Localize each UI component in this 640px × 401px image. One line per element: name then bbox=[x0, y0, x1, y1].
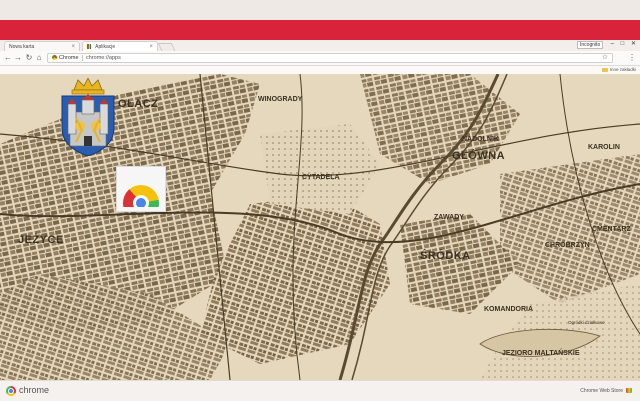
chrome-web-store-app-tile[interactable] bbox=[116, 166, 166, 212]
web-store-label: Chrome Web Store bbox=[580, 388, 623, 394]
chrome-icon-core bbox=[136, 198, 146, 207]
chrome-icon bbox=[6, 385, 16, 396]
map-label: Ogródki działkowe bbox=[568, 320, 605, 325]
map-label: GŁÓWNA bbox=[452, 150, 506, 162]
apps-grid-icon bbox=[87, 44, 92, 50]
map-label: JEZIORO MALTAŃSKIE bbox=[502, 350, 580, 357]
menu-icon[interactable]: ⋮ bbox=[628, 53, 636, 62]
forward-arrow-icon[interactable]: → bbox=[13, 53, 23, 63]
map-label: KOMANDORIA bbox=[484, 306, 533, 313]
map-label: KAROLIN bbox=[588, 144, 620, 151]
tab-strip: Nowa karta × Aplikacje × bbox=[0, 40, 640, 51]
home-icon[interactable]: ⌂ bbox=[34, 53, 44, 63]
minimize-icon[interactable]: – bbox=[611, 41, 614, 47]
other-bookmarks[interactable]: Inne zakładki bbox=[601, 66, 636, 74]
address-bar[interactable]: Chrome chrome://apps ☆ bbox=[47, 53, 613, 63]
profile-label[interactable]: Incognito bbox=[577, 41, 604, 49]
theme-header bbox=[0, 20, 640, 40]
divider bbox=[82, 55, 83, 61]
other-bookmarks-label: Inne zakładki bbox=[609, 67, 636, 72]
chrome-icon bbox=[52, 55, 57, 61]
close-window-icon[interactable]: ✕ bbox=[631, 40, 636, 47]
map-label: ZAWADY bbox=[434, 214, 464, 221]
apps-footer: chrome Chrome Web Store bbox=[0, 380, 640, 401]
tab-title: Aplikacje bbox=[95, 44, 116, 50]
tab-apps[interactable]: Aplikacje × bbox=[82, 41, 158, 51]
map-label: JEŻYCE bbox=[18, 234, 64, 246]
browser-toolbar: ← → ↻ ⌂ Chrome chrome://apps ☆ ⋮ bbox=[0, 51, 640, 66]
bookmarks-bar: Inne zakładki bbox=[0, 66, 640, 74]
chrome-logo: chrome bbox=[6, 385, 49, 396]
map-label: WINOGRADY bbox=[258, 96, 303, 103]
poznan-coat-of-arms-icon[interactable] bbox=[58, 78, 118, 156]
tab-new-tab[interactable]: Nowa karta × bbox=[4, 41, 80, 51]
maximize-icon[interactable]: □ bbox=[621, 41, 625, 47]
window-controls: – □ ✕ bbox=[606, 40, 636, 47]
map-label: ŚRÓDKA bbox=[420, 250, 471, 262]
web-store-icon bbox=[626, 388, 632, 394]
folder-icon bbox=[601, 67, 608, 72]
chip-label: Chrome bbox=[59, 55, 79, 61]
url-text[interactable]: chrome://apps bbox=[86, 54, 121, 62]
map-label: NADOLNIK bbox=[462, 136, 499, 143]
tab-title: Nowa karta bbox=[9, 44, 35, 50]
map-label: CHROBRZYN bbox=[545, 242, 590, 249]
security-chip[interactable]: Chrome bbox=[52, 54, 79, 62]
window-titlebar bbox=[0, 0, 640, 20]
reload-icon[interactable]: ↻ bbox=[24, 53, 34, 63]
map-label: CYTADELA bbox=[302, 174, 340, 181]
bookmark-star-icon[interactable]: ☆ bbox=[602, 54, 608, 62]
map-label: OŁACZ bbox=[118, 98, 159, 110]
chrome-logo-text: chrome bbox=[19, 385, 50, 395]
back-arrow-icon[interactable]: ← bbox=[3, 53, 13, 63]
map-label: CMENTARZ bbox=[592, 226, 631, 233]
web-store-link[interactable]: Chrome Web Store bbox=[580, 388, 632, 394]
